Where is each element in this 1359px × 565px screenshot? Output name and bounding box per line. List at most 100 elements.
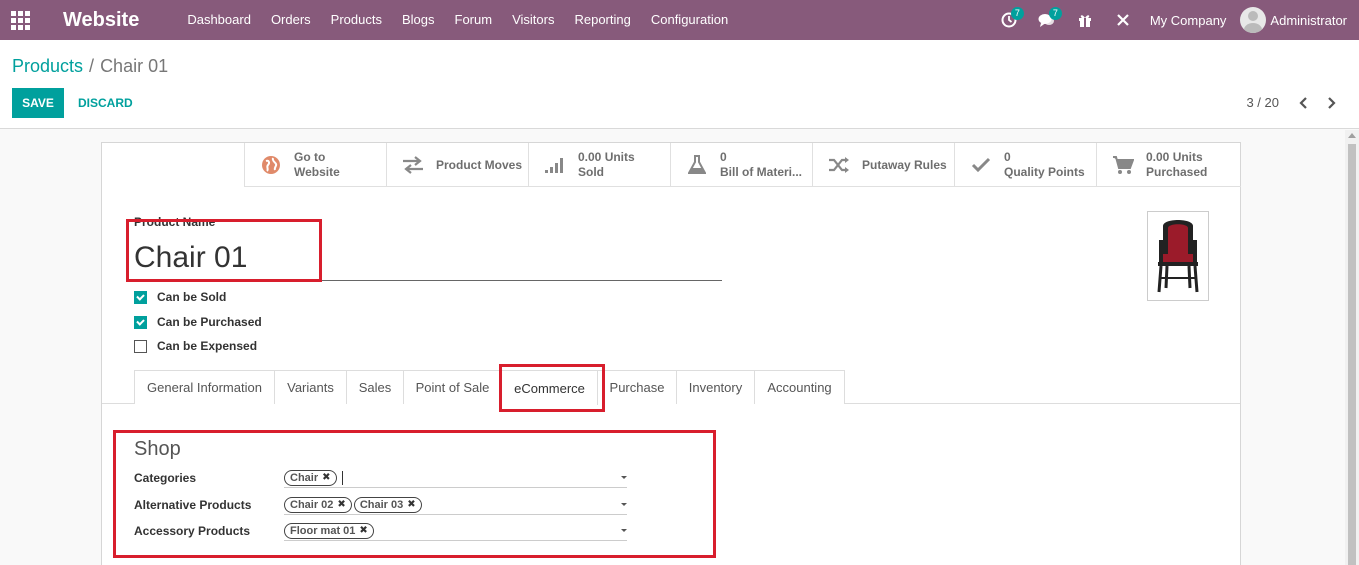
- can-be-purchased-label: Can be Purchased: [157, 315, 262, 329]
- tag-label: Chair 03: [359, 498, 404, 511]
- messages-badge: 7: [1048, 7, 1062, 20]
- quality-points-button[interactable]: 0 Quality Points: [954, 143, 1096, 187]
- messages-comments-icon[interactable]: 7: [1028, 0, 1066, 40]
- smart-button-box: Go to Website Product Moves 0.00 Units Sol…: [244, 143, 1241, 187]
- tab-general-information[interactable]: General Information: [134, 370, 275, 404]
- menu-item-configuration[interactable]: Configuration: [641, 0, 738, 40]
- tab-sales[interactable]: Sales: [346, 370, 404, 404]
- tab-accounting[interactable]: Accounting: [754, 370, 845, 404]
- accessory-products-label: Accessory Products: [134, 524, 251, 538]
- remove-tag-icon[interactable]: ✖: [322, 472, 330, 483]
- globe-icon: [260, 154, 282, 176]
- menu-item-orders[interactable]: Orders: [261, 0, 321, 40]
- tag-label: Chair 02: [290, 498, 334, 511]
- caret-down-icon[interactable]: [621, 476, 627, 479]
- menu-item-reporting[interactable]: Reporting: [564, 0, 640, 40]
- avatar: [1240, 7, 1267, 33]
- arrows-exchange-icon: [402, 154, 424, 176]
- smart-line1: Putaway Rules: [862, 158, 947, 172]
- activity-badge: 7: [1010, 7, 1024, 20]
- systray: 7 7 My Company Administrator: [990, 0, 1359, 40]
- control-panel: Products / Chair 01 SAVE DISCARD 3 / 20: [0, 40, 1359, 129]
- debug-tools-icon[interactable]: [1104, 0, 1142, 40]
- tab-purchase[interactable]: Purchase: [597, 370, 677, 404]
- can-be-sold-row[interactable]: Can be Sold: [134, 290, 226, 304]
- main-menu: Dashboard Orders Products Blogs Forum Vi…: [177, 0, 738, 40]
- breadcrumb: Products / Chair 01: [12, 56, 168, 77]
- vertical-scrollbar[interactable]: [1345, 130, 1359, 565]
- chevron-left-icon[interactable]: [1295, 94, 1313, 112]
- can-be-sold-label: Can be Sold: [157, 290, 227, 304]
- menu-item-dashboard[interactable]: Dashboard: [177, 0, 261, 40]
- alternative-products-label: Alternative Products: [134, 498, 252, 512]
- caret-down-icon[interactable]: [621, 529, 627, 532]
- breadcrumb-separator: /: [89, 56, 95, 76]
- putaway-rules-button[interactable]: Putaway Rules: [812, 143, 954, 187]
- tag-label: Chair: [290, 471, 319, 484]
- accessory-products-field[interactable]: Floor mat 01 ✖: [284, 521, 627, 541]
- units-purchased-button[interactable]: 0.00 Units Purchased: [1096, 143, 1238, 187]
- chevron-right-icon[interactable]: [1322, 94, 1340, 112]
- menu-item-products[interactable]: Products: [321, 0, 392, 40]
- signal-bars-icon: [544, 154, 566, 176]
- smart-line2: Quality Points: [1004, 165, 1085, 179]
- product-name-input[interactable]: [134, 235, 722, 281]
- menu-item-visitors[interactable]: Visitors: [502, 0, 564, 40]
- smart-line1: 0.00 Units: [578, 150, 635, 164]
- smart-line2: Purchased: [1146, 165, 1208, 179]
- can-be-purchased-row[interactable]: Can be Purchased: [134, 315, 262, 329]
- user-menu[interactable]: Administrator: [1240, 7, 1359, 33]
- breadcrumb-products[interactable]: Products: [12, 56, 83, 77]
- units-sold-button[interactable]: 0.00 Units Sold: [528, 143, 670, 187]
- discard-button[interactable]: DISCARD: [70, 88, 141, 118]
- tab-ecommerce[interactable]: eCommerce: [501, 370, 598, 405]
- smart-line1: Product Moves: [436, 158, 523, 172]
- breadcrumb-current: Chair 01: [100, 56, 169, 76]
- save-button[interactable]: SAVE: [12, 88, 64, 118]
- smart-line1: 0: [1004, 150, 1011, 164]
- tab-variants[interactable]: Variants: [274, 370, 347, 404]
- can-be-purchased-checkbox[interactable]: [134, 315, 147, 329]
- categories-field[interactable]: Chair ✖: [284, 468, 627, 488]
- pager-value: 3 / 20: [1246, 95, 1279, 110]
- smart-line2: Website: [294, 165, 340, 179]
- tag-floor-mat-01[interactable]: Floor mat 01 ✖: [284, 522, 374, 539]
- apps-menu-icon[interactable]: [0, 0, 40, 40]
- smart-line1: 0: [720, 150, 727, 164]
- menu-item-forum[interactable]: Forum: [445, 0, 503, 40]
- can-be-expensed-checkbox[interactable]: [134, 339, 147, 353]
- activity-clock-icon[interactable]: 7: [990, 0, 1028, 40]
- alternative-products-field[interactable]: Chair 02 ✖ Chair 03 ✖: [284, 495, 627, 515]
- product-moves-button[interactable]: Product Moves: [386, 143, 528, 187]
- can-be-expensed-row[interactable]: Can be Expensed: [134, 339, 257, 353]
- can-be-sold-checkbox[interactable]: [134, 290, 147, 304]
- bill-of-materials-button[interactable]: 0 Bill of Materi...: [670, 143, 812, 187]
- tab-inventory[interactable]: Inventory: [676, 370, 755, 404]
- app-title: Website: [63, 8, 140, 31]
- random-icon: [828, 154, 850, 176]
- remove-tag-icon[interactable]: ✖: [407, 499, 415, 510]
- remove-tag-icon[interactable]: ✖: [337, 499, 345, 510]
- tag-label: Floor mat 01: [290, 524, 356, 537]
- tag-chair-02[interactable]: Chair 02 ✖: [284, 496, 352, 513]
- gift-icon[interactable]: [1066, 0, 1104, 40]
- remove-tag-icon[interactable]: ✖: [359, 525, 367, 536]
- shop-section-title: Shop: [134, 438, 181, 460]
- categories-label: Categories: [134, 471, 197, 485]
- tab-point-of-sale[interactable]: Point of Sale: [403, 370, 502, 404]
- go-to-website-button[interactable]: Go to Website: [244, 143, 386, 187]
- text-cursor: [341, 470, 343, 485]
- product-image[interactable]: [1147, 211, 1209, 301]
- check-icon: [970, 154, 992, 176]
- can-be-expensed-label: Can be Expensed: [157, 339, 258, 353]
- menu-item-blogs[interactable]: Blogs: [392, 0, 445, 40]
- scroll-thumb[interactable]: [1348, 144, 1356, 565]
- form-sheet: Go to Website Product Moves 0.00 Units Sol…: [101, 142, 1241, 565]
- top-navbar: Website Dashboard Orders Products Blogs …: [0, 0, 1359, 40]
- tag-chair[interactable]: Chair ✖: [284, 469, 337, 486]
- tag-chair-03[interactable]: Chair 03 ✖: [353, 496, 422, 513]
- product-name-label: Product Name: [134, 215, 216, 229]
- scroll-up-arrow-icon[interactable]: [1348, 133, 1356, 138]
- caret-down-icon[interactable]: [621, 503, 627, 506]
- company-switcher[interactable]: My Company: [1142, 13, 1241, 28]
